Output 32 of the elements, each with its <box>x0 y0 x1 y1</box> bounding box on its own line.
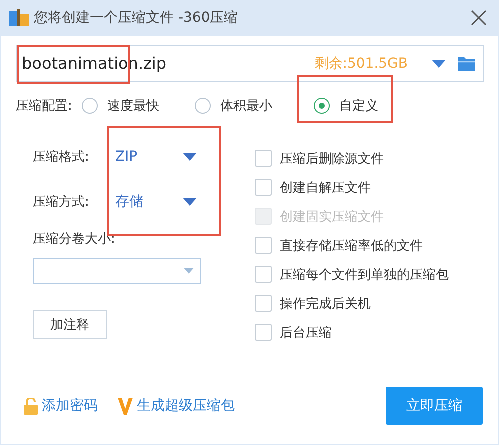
checkbox-option[interactable]: 创建自解压文件 <box>255 173 449 202</box>
caret-icon <box>183 152 198 160</box>
close-icon <box>471 10 487 26</box>
browse-button[interactable] <box>458 56 475 71</box>
window-title: 您将创建一个压缩文件 -360压缩 <box>34 9 240 27</box>
folder-icon <box>458 56 475 71</box>
caret-icon <box>432 60 446 68</box>
footer-link[interactable]: 添加密码 <box>24 397 98 415</box>
field-label: 压缩格式: <box>33 148 90 166</box>
footer-link[interactable]: 生成超级压缩包 <box>118 397 235 415</box>
padlock-icon <box>24 398 38 414</box>
dropdown-button[interactable] <box>432 60 446 68</box>
comment-button[interactable]: 加注释 <box>33 310 107 339</box>
caret-icon <box>184 268 194 274</box>
dropdown[interactable]: ZIP <box>115 148 198 164</box>
radio-option[interactable]: 自定义 <box>314 97 378 115</box>
field-label: 压缩分卷大小: <box>33 231 116 248</box>
radio-option[interactable]: 体积最小 <box>195 97 272 115</box>
archive-icon <box>9 9 29 27</box>
caret-icon <box>183 198 198 206</box>
checkbox-option[interactable]: 压缩后删除源文件 <box>255 144 449 173</box>
v-icon <box>118 398 133 414</box>
free-space-label: 剩余:501.5GB <box>314 54 408 72</box>
checkbox-option[interactable]: 压缩每个文件到单独的压缩包 <box>255 260 449 289</box>
field-label: 压缩配置: <box>16 98 72 115</box>
checkbox-option[interactable]: 操作完成后关机 <box>255 289 449 318</box>
close-button[interactable] <box>469 8 489 28</box>
checkbox-option[interactable]: 后台压缩 <box>255 318 449 347</box>
radio-option[interactable]: 速度最快 <box>82 97 160 115</box>
field-label: 压缩方式: <box>33 194 90 210</box>
checkbox-option[interactable]: 直接存储压缩率低的文件 <box>255 231 449 260</box>
dropdown[interactable]: 存储 <box>115 192 198 210</box>
